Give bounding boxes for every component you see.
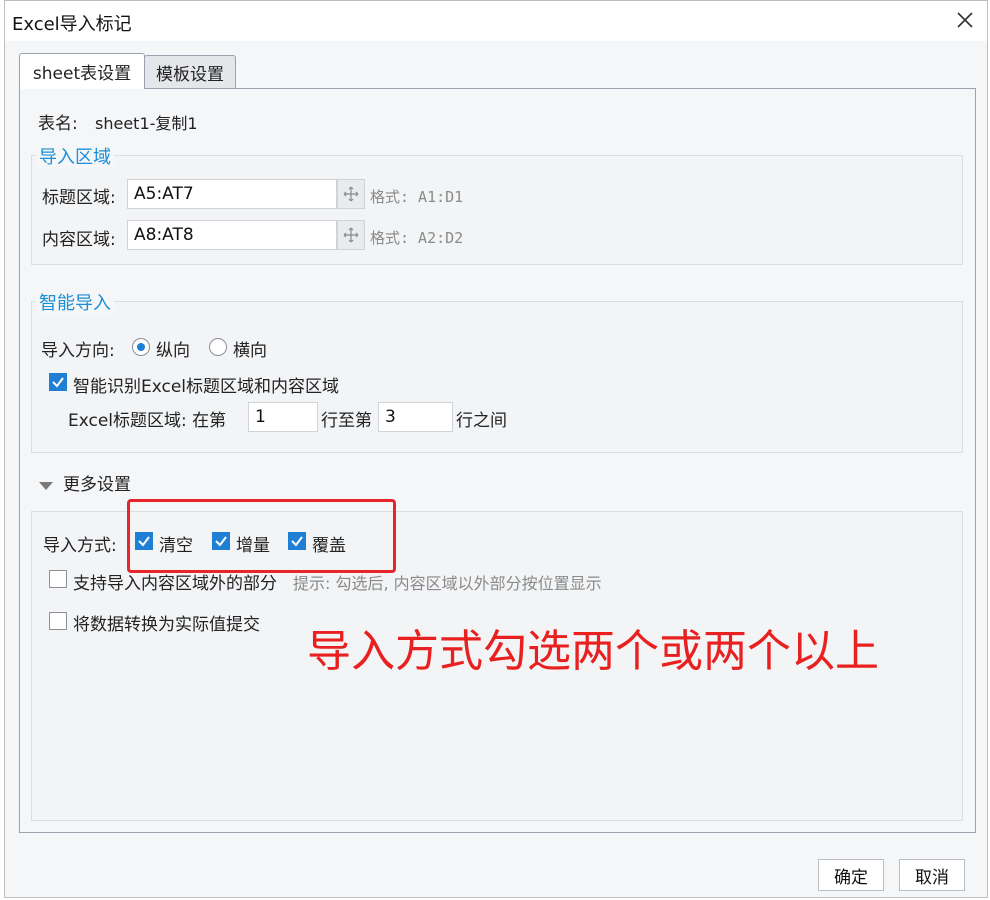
tab-template-settings[interactable]: 模板设置 bbox=[144, 55, 236, 89]
convert-actual-checkbox[interactable] bbox=[49, 612, 67, 630]
title-area-input[interactable]: A5:AT7 bbox=[127, 179, 337, 209]
title-area-label: 标题区域: bbox=[42, 188, 116, 208]
direction-horizontal-radio[interactable] bbox=[209, 338, 227, 356]
header-range-middle-label: 行至第 bbox=[321, 411, 372, 431]
title-area-picker-button[interactable] bbox=[337, 179, 365, 209]
tab-template-settings-label: 模板设置 bbox=[156, 65, 224, 85]
title-bar: Excel导入标记 bbox=[5, 1, 987, 41]
sheet-name-value: sheet1-复制1 bbox=[95, 114, 198, 133]
direction-horizontal-label: 横向 bbox=[233, 341, 267, 361]
outside-area-checkbox[interactable] bbox=[49, 570, 67, 588]
move-arrows-icon bbox=[343, 186, 359, 202]
dialog-title: Excel导入标记 bbox=[12, 14, 132, 35]
close-button[interactable] bbox=[949, 5, 981, 35]
close-icon bbox=[957, 12, 973, 28]
header-range-suffix-label: 行之间 bbox=[456, 411, 507, 431]
move-arrows-icon bbox=[343, 227, 359, 243]
direction-vertical-label: 纵向 bbox=[156, 341, 190, 361]
direction-label: 导入方向: bbox=[41, 341, 115, 361]
annotation-text: 导入方式勾选两个或两个以上 bbox=[307, 626, 879, 677]
auto-detect-checkbox[interactable] bbox=[49, 373, 67, 391]
import-mode-label: 导入方式: bbox=[43, 536, 117, 556]
import-area-legend: 导入区域 bbox=[36, 143, 114, 169]
content-area-format-hint: 格式: A2:D2 bbox=[370, 229, 464, 247]
auto-detect-label: 智能识别Excel标题区域和内容区域 bbox=[73, 377, 340, 397]
content-area-label: 内容区域: bbox=[42, 230, 116, 250]
convert-actual-label: 将数据转换为实际值提交 bbox=[73, 615, 260, 635]
tab-sheet-settings-label: sheet表设置 bbox=[32, 64, 132, 84]
tab-sheet-settings[interactable]: sheet表设置 bbox=[19, 53, 145, 89]
sheet-name-label: 表名: bbox=[38, 114, 78, 134]
header-range-to-input[interactable]: 3 bbox=[378, 402, 453, 432]
smart-import-legend: 智能导入 bbox=[36, 289, 114, 315]
cancel-button[interactable]: 取消 bbox=[899, 859, 965, 891]
triangle-down-icon bbox=[39, 482, 53, 490]
header-range-label: Excel标题区域: 在第 bbox=[68, 411, 227, 431]
annotation-highlight-box bbox=[127, 499, 396, 573]
more-settings-toggle[interactable] bbox=[39, 476, 55, 490]
title-area-format-hint: 格式: A1:D1 bbox=[370, 188, 464, 206]
content-area-input[interactable]: A8:AT8 bbox=[127, 220, 337, 250]
check-icon bbox=[52, 377, 64, 388]
direction-vertical-radio[interactable] bbox=[132, 338, 150, 356]
dialog: Excel导入标记 sheet表设置 模板设置 表名: sheet1-复制1 导… bbox=[4, 0, 988, 898]
header-range-from-input[interactable]: 1 bbox=[248, 402, 318, 432]
ok-button[interactable]: 确定 bbox=[818, 859, 884, 891]
content-area-picker-button[interactable] bbox=[337, 220, 365, 250]
outside-area-hint: 提示: 勾选后, 内容区域以外部分按位置显示 bbox=[293, 574, 602, 593]
more-settings-label: 更多设置 bbox=[63, 475, 131, 495]
